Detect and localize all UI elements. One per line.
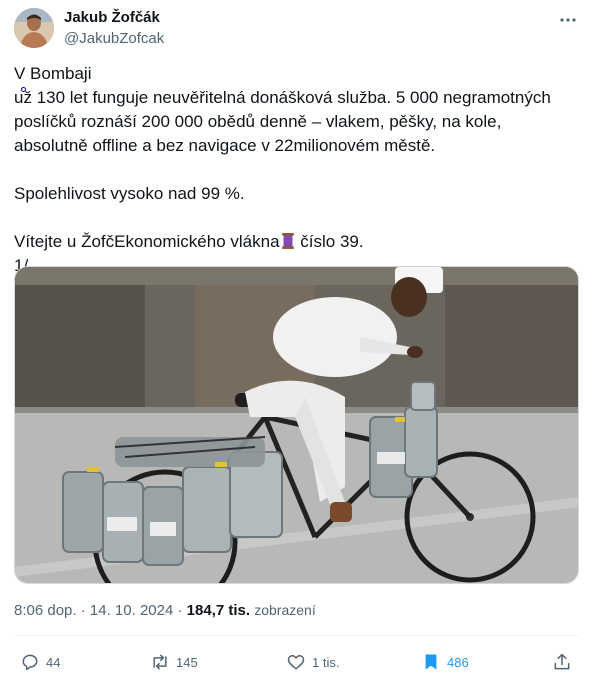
tweet-text-segment: číslo 39. [300,232,364,251]
repost-button[interactable]: 145 [150,648,198,676]
thread-spool-icon [281,232,295,250]
author-handle[interactable]: @JakubZofcak [64,29,164,49]
tweet-header: Jakub Žofčák @JakubZofcak [14,8,580,52]
tweet-paragraph-2: Spolehlivost vysoko nad 99 %. [14,184,245,203]
author-display-name[interactable]: Jakub Žofčák [64,8,164,28]
heart-icon [287,655,305,670]
bookmark-filled-icon [425,654,437,670]
tweet-text-segment: Vítejte u ŽofčEkonomického vlákna [14,232,280,251]
reply-icon [22,654,38,671]
divider [14,635,579,636]
share-icon [554,653,570,670]
tweet-paragraph-3: Vítejte u ŽofčEkonomického vlákna číslo … [14,230,574,254]
avatar[interactable] [14,8,54,48]
views-count: 184,7 tis. [186,602,251,619]
india-flag-icon [98,67,116,80]
share-button[interactable] [552,648,578,676]
like-button[interactable]: 1 tis. [286,648,339,676]
tweet-photo[interactable] [14,266,579,584]
tweet-date[interactable]: 14. 10. 2024 [90,602,173,619]
meta-separator: · [177,602,183,619]
repost-count: 145 [176,654,198,670]
tweet-text-segment: V Bombaji [14,64,92,83]
author-names: Jakub Žofčák @JakubZofcak [64,8,164,49]
like-count: 1 tis. [312,654,340,670]
views-label: zobrazení [254,602,316,618]
reply-count: 44 [46,654,61,670]
tweet-actions: 44 145 1 tis. 486 [14,648,580,676]
tweet-paragraph-1: V Bombaji [14,62,574,86]
repost-icon [153,654,167,670]
tweet-time[interactable]: 8:06 dop. [14,602,77,619]
reply-button[interactable]: 44 [20,648,60,676]
tweet-meta: 8:06 dop. · 14. 10. 2024 · 184,7 tis. zo… [14,600,316,621]
more-horizontal-icon[interactable] [558,12,578,28]
tweet-text: V Bombaji už 130 let funguje neuvěřiteln… [14,62,574,278]
bookmark-count: 486 [447,654,469,670]
bookmark-button[interactable]: 486 [421,648,469,676]
tweet-text-segment: už 130 let funguje neuvěřitelná donáškov… [14,88,551,155]
meta-separator: · [80,602,86,619]
